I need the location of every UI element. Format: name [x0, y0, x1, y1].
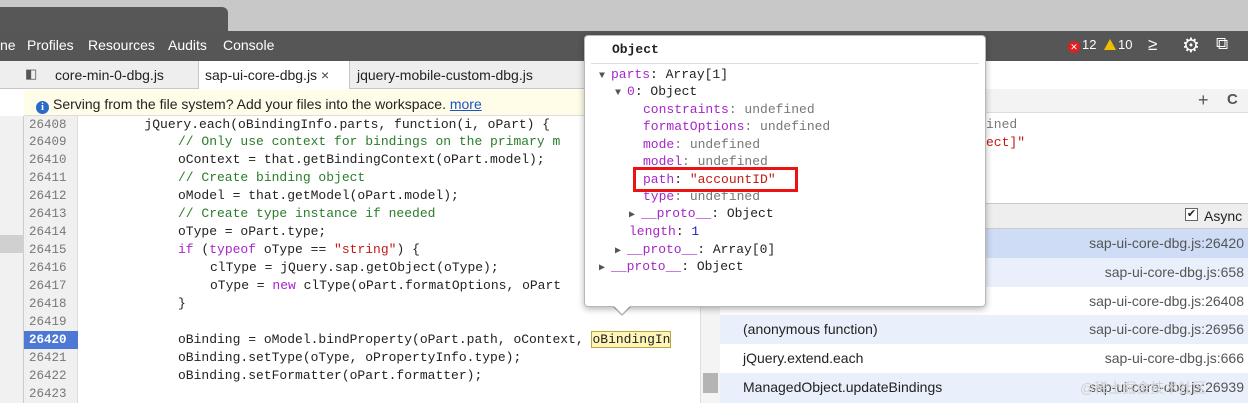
line-number[interactable]: 26417 [24, 277, 78, 295]
tree-row-constraints: constraints: undefined [643, 102, 815, 117]
code-line: if (typeof oType == "string") { [178, 242, 420, 257]
tree-row-formatoptions: formatOptions: undefined [643, 119, 831, 134]
watch-value: ined [986, 117, 1018, 132]
breakpoint-line-number[interactable]: 26420 [24, 331, 78, 349]
menu-item-resources[interactable]: Resources [88, 37, 155, 53]
expand-triangle-icon: ▼ [599, 71, 606, 82]
drawer-toggle-icon[interactable]: ≥ [1148, 35, 1157, 55]
editor-scrollbar-thumb[interactable] [703, 373, 718, 393]
code-line: oType = oPart.type; [178, 224, 327, 239]
tree-row-index-0[interactable]: ▼ 0: Object [615, 83, 697, 101]
line-number[interactable]: 26418 [24, 295, 78, 313]
infobar-message: Serving from the file system? Add your f… [53, 96, 446, 112]
tree-row-parts[interactable]: ▼ parts: Array[1] [599, 66, 728, 84]
warning-count[interactable]: 10 [1104, 37, 1132, 52]
code-line: oModel = that.getModel(oPart.model); [178, 188, 459, 203]
collapsed-triangle-icon: ▶ [599, 263, 606, 274]
code-line: oContext = that.getBindingContext(oPart.… [178, 152, 545, 167]
line-number[interactable]: 26412 [24, 187, 78, 205]
menu-item-profiles[interactable]: Profiles [27, 37, 74, 53]
popover-title: Object [612, 42, 659, 57]
code-line: oBinding.setFormatter(oPart.formatter); [178, 368, 483, 383]
dock-icon[interactable]: ⧉ [1216, 34, 1228, 54]
settings-gear-icon[interactable]: ⚙ [1182, 33, 1200, 58]
tree-row-length: length: 1 [629, 224, 700, 239]
toggle-navigator-icon[interactable]: ◧ [25, 61, 37, 89]
call-frame[interactable]: (anonymous function) sap-ui-core-dbg.js:… [720, 315, 1248, 344]
tab-jquery-mobile[interactable]: jquery-mobile-custom-dbg.js [357, 61, 533, 89]
async-label: Async [1204, 208, 1243, 224]
annotation-highlight-box [633, 167, 798, 192]
close-tab-icon[interactable]: × [321, 67, 329, 83]
tree-row-proto-object[interactable]: ▶ __proto__: Object [599, 258, 744, 276]
popover-divider [591, 63, 979, 64]
tab-core-min[interactable]: core-min-0-dbg.js [55, 61, 164, 89]
watermark: @稀土掘金技术社区 [1080, 380, 1207, 396]
code-line: } [178, 296, 186, 311]
line-gutter: 26408 26409 26410 26411 26412 26413 2641… [24, 116, 78, 403]
error-icon: ✕ [1068, 41, 1080, 53]
more-link[interactable]: more [450, 96, 482, 112]
code-line: oType = new clType(oPart.formatOptions, … [210, 278, 562, 293]
line-number[interactable]: 26409 [24, 133, 78, 151]
line-number[interactable]: 26410 [24, 151, 78, 169]
line-number[interactable]: 26422 [24, 367, 78, 385]
code-line: oBinding.setType(oType, oPropertyInfo.ty… [178, 350, 522, 365]
tree-row-proto-inner[interactable]: ▶ __proto__: Object [629, 205, 774, 223]
menu-item-network[interactable]: ne [0, 37, 16, 53]
tab-sap-ui-core[interactable]: sap-ui-core-dbg.js × [198, 61, 350, 89]
line-number[interactable]: 26423 [24, 385, 78, 403]
call-frame[interactable]: jQuery.extend.each sap-ui-core-dbg.js:66… [720, 344, 1248, 373]
watch-value: ect]" [986, 135, 1026, 150]
info-icon: i [36, 101, 49, 114]
line-number[interactable]: 26411 [24, 169, 78, 187]
menu-item-console[interactable]: Console [223, 37, 274, 53]
tree-row-mode: mode: undefined [643, 137, 761, 152]
hovered-expression[interactable]: oBindingIn [591, 331, 672, 348]
line-number[interactable]: 26408 [24, 116, 78, 134]
code-comment: // Create type instance if needed [178, 206, 436, 221]
code-line: jQuery.each(oBindingInfo.parts, function… [82, 117, 551, 132]
popover-arrow-fill [613, 305, 631, 314]
code-line-current: oBinding = oModel.bindProperty(oPart.pat… [178, 331, 672, 348]
navigator-selected-item[interactable] [0, 235, 24, 253]
error-count[interactable]: ✕ 12 [1068, 37, 1096, 53]
refresh-icon[interactable]: C [1227, 91, 1238, 108]
line-number[interactable]: 26416 [24, 259, 78, 277]
menu-item-audits[interactable]: Audits [168, 37, 207, 53]
code-line: clType = jQuery.sap.getObject(oType); [210, 260, 499, 275]
async-checkbox[interactable]: ✔ [1185, 208, 1198, 221]
warning-icon [1104, 39, 1116, 50]
tree-row-proto-array[interactable]: ▶ __proto__: Array[0] [615, 241, 775, 259]
line-number[interactable]: 26414 [24, 223, 78, 241]
line-number[interactable]: 26419 [24, 313, 78, 331]
line-number[interactable]: 26413 [24, 205, 78, 223]
browser-tab[interactable] [0, 7, 228, 31]
expand-triangle-icon: ▼ [615, 88, 622, 99]
line-number[interactable]: 26421 [24, 349, 78, 367]
add-watch-icon[interactable]: + [1198, 90, 1209, 111]
code-comment: // Only use context for bindings on the … [178, 134, 561, 149]
navigator-pane[interactable] [0, 116, 24, 403]
code-comment: // Create binding object [178, 170, 366, 185]
line-number[interactable]: 26415 [24, 241, 78, 259]
